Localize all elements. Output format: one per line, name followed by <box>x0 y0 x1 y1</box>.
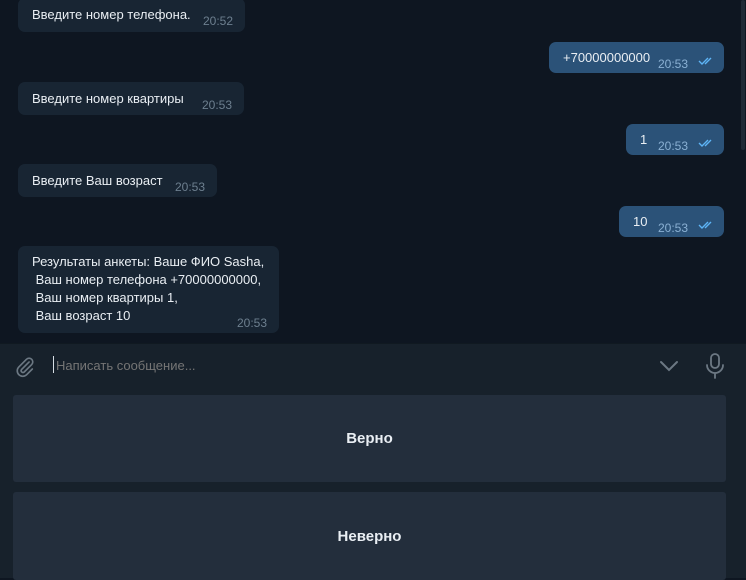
message-time: 20:53 <box>658 139 689 153</box>
message-time: 20:53 <box>202 98 233 112</box>
message-time: 20:53 <box>658 57 689 71</box>
message-text: Введите Ваш возраст <box>32 173 163 188</box>
message-time: 20:53 <box>237 316 268 330</box>
microphone-icon[interactable] <box>705 353 725 379</box>
message-text: Введите номер квартиры <box>32 91 184 106</box>
chat-history: Введите номер телефона. 20:52 +700000000… <box>0 0 740 343</box>
outgoing-message[interactable]: 1 20:53 <box>626 124 724 155</box>
keyboard-button-incorrect[interactable]: Неверно <box>13 492 726 580</box>
paperclip-icon[interactable] <box>14 356 36 378</box>
incoming-message[interactable]: Введите номер квартиры 20:53 <box>18 82 244 115</box>
message-time: 20:53 <box>175 180 206 194</box>
message-text: Введите номер телефона. <box>32 7 191 22</box>
incoming-message[interactable]: Введите номер телефона. 20:52 <box>18 0 245 32</box>
message-time: 20:53 <box>658 221 689 235</box>
message-input[interactable] <box>56 357 636 375</box>
read-checkmarks-icon <box>698 221 712 229</box>
outgoing-message[interactable]: 10 20:53 <box>619 206 724 237</box>
message-text: Результаты анкеты: Ваше ФИО Sasha, Ваш н… <box>32 254 265 323</box>
read-checkmarks-icon <box>698 139 712 147</box>
message-time: 20:52 <box>203 14 234 28</box>
outgoing-message[interactable]: +70000000000 20:53 <box>549 42 724 73</box>
keyboard-button-correct[interactable]: Верно <box>13 395 726 482</box>
text-cursor <box>53 356 54 373</box>
incoming-message[interactable]: Введите Ваш возраст 20:53 <box>18 164 217 197</box>
reply-keyboard: Верно Неверно <box>0 389 746 580</box>
read-checkmarks-icon <box>698 57 712 65</box>
incoming-message[interactable]: Результаты анкеты: Ваше ФИО Sasha, Ваш н… <box>18 246 279 333</box>
message-text: +70000000000 <box>563 50 651 65</box>
chat-scrollbar[interactable] <box>740 0 746 343</box>
chevron-down-icon[interactable] <box>659 359 679 373</box>
message-text: 10 <box>633 214 648 229</box>
message-text: 1 <box>640 132 648 147</box>
scrollbar-thumb[interactable] <box>741 0 745 150</box>
